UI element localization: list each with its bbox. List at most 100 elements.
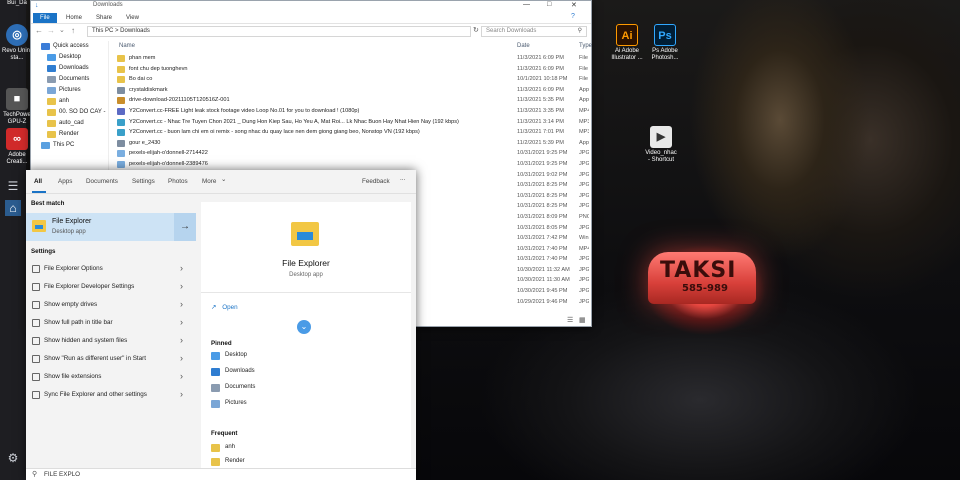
refresh-icon[interactable]: ↻	[473, 26, 479, 34]
settings-result[interactable]: File Explorer Developer Settings ›	[26, 278, 196, 296]
close-button[interactable]: ✕	[571, 1, 577, 9]
file-date: 11/3/2021 3:35 PM	[517, 107, 564, 114]
location-icon	[47, 54, 56, 61]
settings-result[interactable]: Show empty drives ›	[26, 296, 196, 314]
menu-icon[interactable]: ☰	[5, 178, 21, 194]
best-match-title: File Explorer	[52, 218, 92, 225]
more-options-icon[interactable]: ...	[400, 175, 405, 182]
nav-item[interactable]: Downloads	[35, 63, 108, 74]
file-row[interactable]: Y2Convert.cc - Nhac Tre Tuyen Chon 2021 …	[113, 117, 589, 128]
nav-item-label: This PC	[53, 142, 75, 148]
ribbon-tab-file[interactable]: File	[33, 13, 57, 23]
best-match-header: Best match	[31, 200, 65, 207]
address-bar[interactable]: This PC > Downloads	[87, 26, 471, 37]
expand-chevron-icon[interactable]: ⌄	[297, 320, 311, 334]
gear-icon[interactable]: ⚙	[5, 450, 21, 466]
pinned-item[interactable]: Pictures	[211, 400, 247, 408]
file-date: 10/31/2021 7:42 PM	[517, 235, 568, 242]
desktop-icon-gpuz[interactable]: ■ TechPowe GPU-Z	[0, 88, 34, 126]
file-row[interactable]: drive-download-20211105T120516Z-001 11/3/…	[113, 95, 589, 106]
tab-more[interactable]: More	[202, 178, 216, 185]
frequent-item[interactable]: anh	[211, 444, 235, 452]
chevron-down-icon[interactable]: ⌄	[221, 176, 226, 183]
desktop-icon-photoshop[interactable]: Ps Ps Adobe Photosh...	[648, 24, 682, 62]
file-row[interactable]: pexels-elijah-o'donnell-2389476 10/31/202…	[113, 159, 589, 170]
active-tab-indicator	[32, 191, 46, 193]
home-icon[interactable]: ⌂	[5, 200, 21, 216]
nav-item[interactable]: anh	[35, 96, 108, 107]
file-row[interactable]: Y2Convert.cc-FREE Light leak stock foota…	[113, 106, 589, 117]
feedback-link[interactable]: Feedback	[362, 178, 390, 185]
back-icon[interactable]: ←	[35, 26, 43, 35]
settings-result[interactable]: Show full path in title bar ›	[26, 314, 196, 332]
desktop-icon-label: TechPowe GPU-Z	[3, 112, 31, 125]
nav-item[interactable]: Documents	[35, 74, 108, 85]
desktop-icon-adobe-cc[interactable]: ∞ Adobe Creati...	[0, 128, 34, 166]
settings-result[interactable]: Sync File Explorer and other settings ›	[26, 386, 196, 404]
file-row[interactable]: pexels-elijah-o'donnell-2714422 10/31/202…	[113, 148, 589, 159]
tab-settings[interactable]: Settings	[132, 178, 155, 185]
file-row[interactable]: Y2Convert.cc - buon lam chi em oi remix …	[113, 127, 589, 138]
nav-item-label: Desktop	[59, 54, 82, 60]
desktop-icon-label: Ps Adobe Photosh...	[651, 48, 679, 61]
up-icon[interactable]: ↑	[71, 26, 75, 35]
desktop-icon-illustrator[interactable]: Ai Ai Adobe Illustrator ...	[610, 24, 644, 62]
help-icon[interactable]: ?	[571, 13, 575, 20]
file-row[interactable]: font chu dep tuonghevn 11/3/2021 6:09 PM F…	[113, 64, 589, 75]
desktop-icon-user[interactable]: Bui_Da	[0, 0, 34, 7]
details-view-icon[interactable]: ☰	[567, 316, 573, 324]
desktop-icon-label: Bui_Da	[7, 0, 27, 6]
large-icons-view-icon[interactable]: ▦	[579, 316, 586, 324]
taskbar: ☰ ⌂ ⚙	[0, 0, 26, 480]
desktop-icon-revo[interactable]: ◎ Revo Unin-sta...	[0, 24, 34, 62]
settings-result[interactable]: File Explorer Options ›	[26, 260, 196, 278]
tab-apps[interactable]: Apps	[58, 178, 72, 185]
recent-locations-icon[interactable]: ⌄	[59, 26, 65, 34]
expand-arrow-button[interactable]: →	[174, 213, 196, 241]
pinned-item[interactable]: Documents	[211, 384, 255, 392]
nav-item[interactable]: auto_cad	[35, 118, 108, 129]
column-header-date[interactable]: Date	[517, 41, 530, 51]
best-match-result[interactable]: File Explorer Desktop app →	[26, 213, 196, 241]
tab-photos[interactable]: Photos	[168, 178, 188, 185]
file-name: font chu dep tuonghevn	[129, 65, 188, 72]
tab-documents[interactable]: Documents	[86, 178, 118, 185]
column-header-type[interactable]: Type	[579, 41, 592, 51]
chevron-right-icon: ›	[180, 371, 183, 381]
nav-item[interactable]: Render	[35, 129, 108, 140]
nav-item-label: Documents	[59, 76, 90, 82]
nav-item[interactable]: Desktop	[35, 52, 108, 63]
nav-item[interactable]: Pictures	[35, 85, 108, 96]
ribbon-tab-view[interactable]: View	[119, 13, 146, 23]
settings-result[interactable]: Show file extensions ›	[26, 368, 196, 386]
nav-item[interactable]: 00. SO DO CAY -	[35, 107, 108, 118]
frequent-item-label: Render	[225, 458, 245, 464]
minimize-button[interactable]: —	[523, 1, 530, 8]
search-bar[interactable]: ⚲ FILE EXPLO	[26, 468, 416, 480]
open-action[interactable]: ↗ Open	[211, 304, 238, 311]
tab-all[interactable]: All	[34, 178, 42, 185]
pinned-item[interactable]: Desktop	[211, 352, 247, 360]
file-row[interactable]: phan mem 11/3/2021 6:09 PM File	[113, 53, 589, 64]
pinned-item[interactable]: Downloads	[211, 368, 255, 376]
forward-icon[interactable]: →	[47, 26, 55, 35]
nav-item[interactable]: Quick access	[35, 41, 108, 52]
file-date: 10/31/2021 7:40 PM	[517, 245, 568, 252]
quick-access-toolbar-icon[interactable]: ↓	[35, 2, 39, 9]
frequent-item[interactable]: Render	[211, 458, 245, 466]
file-row[interactable]: gour e_2430 11/2/2021 5:39 PM Appl	[113, 138, 589, 149]
maximize-button[interactable]: □	[547, 1, 551, 8]
settings-result[interactable]: Show hidden and system files ›	[26, 332, 196, 350]
folder-icon	[211, 444, 220, 452]
settings-result[interactable]: Show "Run as different user" in Start ›	[26, 350, 196, 368]
file-date: 11/2/2021 5:39 PM	[517, 139, 564, 146]
file-row[interactable]: Bo dai co 10/1/2021 10:18 PM File	[113, 74, 589, 85]
nav-item[interactable]: This PC	[35, 140, 108, 151]
audio-file-icon	[117, 118, 125, 126]
search-input[interactable]: Search Downloads ⚲	[481, 26, 587, 37]
ribbon-tab-home[interactable]: Home	[59, 13, 89, 23]
column-header-name[interactable]: Name	[119, 41, 135, 51]
file-row[interactable]: crystaldiskmark 11/3/2021 6:09 PM Appl	[113, 85, 589, 96]
desktop-icon-video-shortcut[interactable]: ▶ Video_nhac - Shortcut	[644, 126, 678, 164]
ribbon-tab-share[interactable]: Share	[89, 13, 119, 23]
